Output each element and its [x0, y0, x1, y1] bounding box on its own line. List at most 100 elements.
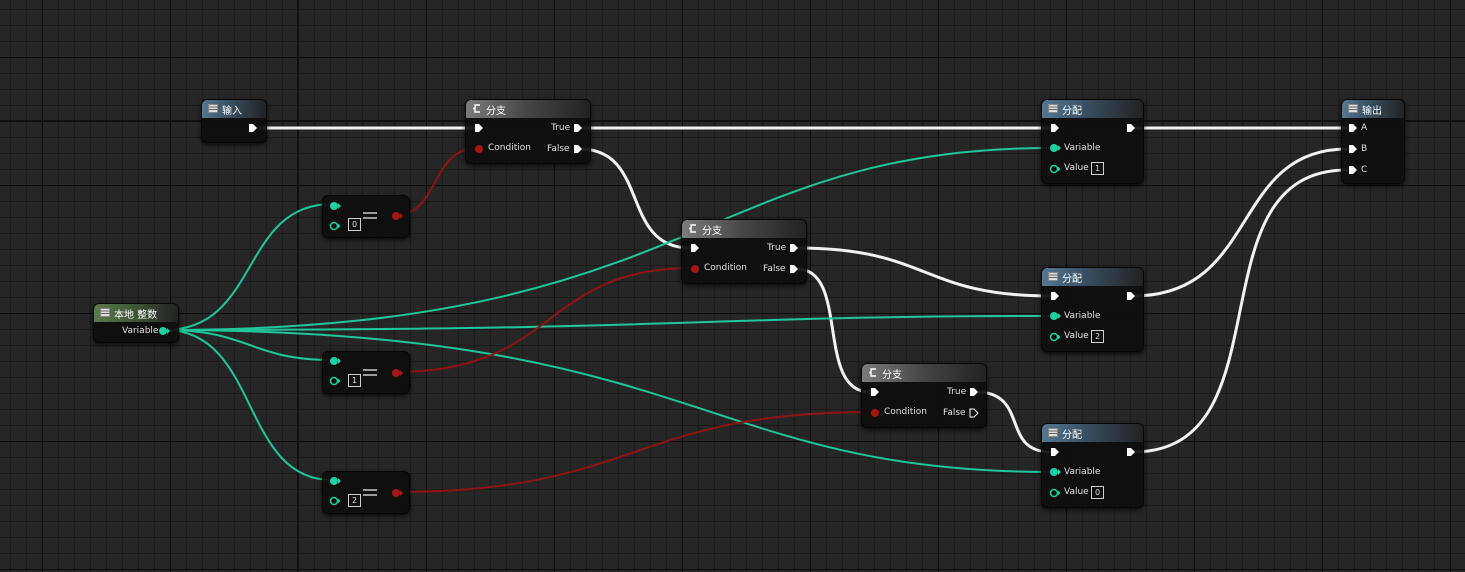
node-title: 分配	[1062, 274, 1082, 285]
assign-node-3[interactable]: 分配 Variable Value 0	[1041, 423, 1144, 508]
value-label: Value	[1064, 163, 1089, 173]
integer-in-pin[interactable]	[329, 356, 341, 366]
node-title: 分支	[486, 106, 506, 117]
exec-in-pin[interactable]	[474, 123, 484, 133]
value-field[interactable]: 1	[1091, 162, 1104, 175]
exec-in-pin[interactable]	[1050, 123, 1060, 133]
exec-wire	[578, 147, 692, 250]
value-field[interactable]: 2	[1091, 330, 1104, 343]
value-field[interactable]: 0	[348, 218, 361, 231]
equal-icon	[363, 489, 377, 496]
integer-wire	[164, 203, 333, 331]
condition-label: Condition	[488, 143, 531, 153]
exec-in-pin-c[interactable]	[1348, 165, 1358, 175]
exec-out-pin[interactable]	[1126, 291, 1136, 301]
assign-node-1[interactable]: 分配 Variable Value 1	[1041, 99, 1144, 184]
node-title: 本地 整数	[114, 310, 158, 321]
node-title: 输入	[222, 106, 242, 117]
integer-out-pin[interactable]	[158, 326, 170, 336]
local-integer-node[interactable]: 本地 整数 Variable	[93, 303, 179, 343]
exec-out-pin-true[interactable]	[969, 387, 979, 397]
table-icon	[1048, 104, 1058, 113]
boolean-out-pin[interactable]	[391, 211, 403, 221]
condition-label: Condition	[704, 263, 747, 273]
integer-in-pin[interactable]	[1049, 332, 1061, 342]
input-node[interactable]: 输入	[201, 99, 267, 143]
exec-out-pin-false[interactable]	[573, 144, 583, 154]
integer-wire	[164, 315, 1053, 331]
boolean-in-pin[interactable]	[690, 264, 702, 274]
table-icon	[1048, 428, 1058, 437]
pin-b-label: B	[1361, 144, 1368, 154]
integer-in-pin[interactable]	[329, 221, 341, 231]
exec-wire	[974, 390, 1053, 454]
branch-node-2[interactable]: 分支 True Condition False	[681, 219, 807, 284]
branch-node-3[interactable]: 分支 True Condition False	[861, 363, 987, 428]
integer-in-pin[interactable]	[329, 476, 341, 486]
exec-out-pin[interactable]	[1126, 123, 1136, 133]
branch-node-1[interactable]: 分支 True Condition False	[465, 99, 591, 164]
node-header	[682, 220, 806, 238]
value-field[interactable]: 0	[1091, 486, 1104, 499]
integer-in-pin[interactable]	[1049, 143, 1061, 153]
exec-out-pin-false-unconnected[interactable]	[969, 408, 979, 418]
exec-in-pin[interactable]	[1050, 447, 1060, 457]
value-field[interactable]: 2	[348, 494, 361, 507]
node-title: 分支	[702, 226, 722, 237]
integer-in-pin[interactable]	[329, 201, 341, 211]
node-title: 分配	[1062, 106, 1082, 117]
table-icon	[100, 308, 110, 317]
boolean-wire	[394, 267, 694, 373]
boolean-out-pin[interactable]	[391, 368, 403, 378]
wire-layer	[164, 126, 1349, 493]
branch-icon	[689, 224, 696, 233]
exec-out-pin-true[interactable]	[573, 123, 583, 133]
blueprint-graph[interactable]: 输入 本地 整数 Variable 0 1 2 分支 True Conditio…	[0, 0, 1465, 572]
boolean-out-pin[interactable]	[391, 488, 403, 498]
table-icon	[1348, 104, 1358, 113]
integer-in-pin[interactable]	[329, 496, 341, 506]
variable-label: Variable	[1064, 467, 1101, 477]
true-label: True	[947, 387, 967, 397]
equal-node-2[interactable]: 2	[322, 471, 410, 514]
output-node[interactable]: 输出 A B C	[1341, 99, 1405, 184]
table-icon	[208, 104, 218, 113]
variable-label: Variable	[122, 326, 159, 336]
equal-node-1[interactable]: 1	[322, 351, 410, 394]
exec-out-pin[interactable]	[1126, 447, 1136, 457]
value-field[interactable]: 1	[348, 374, 361, 387]
boolean-in-pin[interactable]	[474, 144, 486, 154]
exec-in-pin-b[interactable]	[1348, 144, 1358, 154]
integer-in-pin[interactable]	[1049, 164, 1061, 174]
boolean-in-pin[interactable]	[870, 408, 882, 418]
equal-icon	[363, 212, 377, 219]
table-icon	[1048, 272, 1058, 281]
branch-icon	[869, 368, 876, 377]
exec-wire	[795, 246, 1053, 298]
variable-label: Variable	[1064, 143, 1101, 153]
exec-wire	[1131, 147, 1349, 298]
exec-in-pin[interactable]	[1050, 291, 1060, 301]
equal-node-0[interactable]: 0	[322, 195, 410, 238]
assign-node-2[interactable]: 分配 Variable Value 2	[1041, 267, 1144, 352]
integer-in-pin[interactable]	[1049, 311, 1061, 321]
integer-in-pin[interactable]	[1049, 488, 1061, 498]
false-label: False	[763, 264, 786, 274]
exec-out-pin-true[interactable]	[789, 243, 799, 253]
false-label: False	[547, 144, 570, 154]
exec-in-pin-a[interactable]	[1348, 123, 1358, 133]
node-title: 分配	[1062, 430, 1082, 441]
node-header	[466, 100, 590, 118]
equal-icon	[363, 369, 377, 376]
exec-in-pin[interactable]	[870, 387, 880, 397]
integer-wire	[164, 329, 333, 481]
integer-in-pin[interactable]	[1049, 467, 1061, 477]
node-title: 输出	[1362, 106, 1382, 117]
integer-in-pin[interactable]	[329, 376, 341, 386]
value-label: Value	[1064, 331, 1089, 341]
exec-in-pin[interactable]	[690, 243, 700, 253]
false-label: False	[943, 408, 966, 418]
node-header	[862, 364, 986, 382]
exec-out-pin-false[interactable]	[789, 264, 799, 274]
exec-out-pin[interactable]	[248, 123, 258, 133]
